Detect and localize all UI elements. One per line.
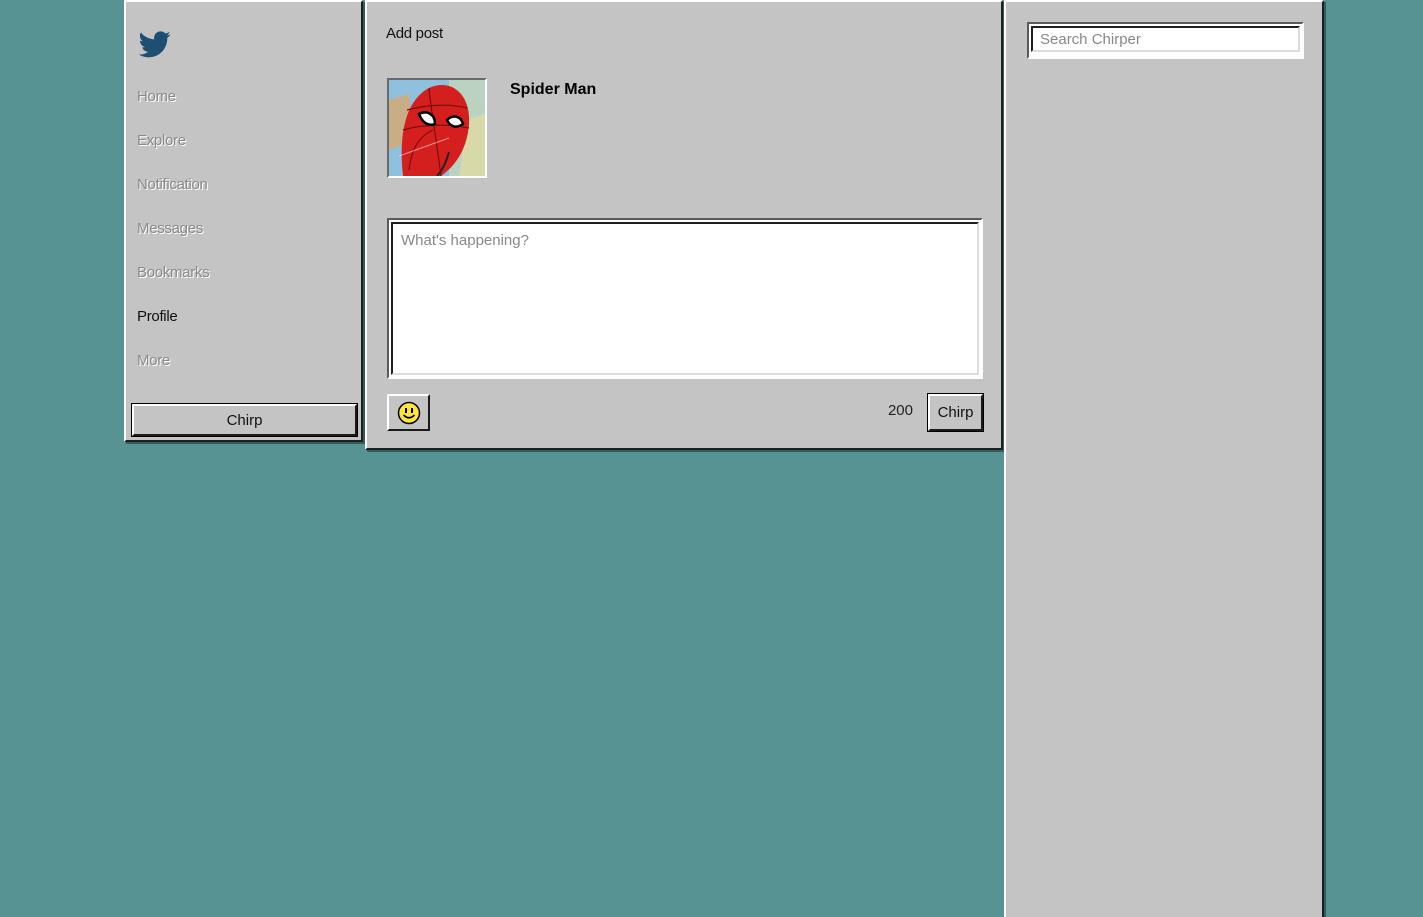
smiley-icon	[397, 401, 420, 424]
username[interactable]: Spider Man	[510, 81, 596, 99]
bird-icon[interactable]	[137, 28, 173, 60]
sidebar-item-more[interactable]: More	[137, 352, 170, 369]
sidebar-item-explore[interactable]: Explore	[137, 132, 186, 149]
post-chirp-button[interactable]: Chirp	[927, 393, 984, 432]
sidebar-item-home[interactable]: Home	[137, 88, 176, 105]
sidebar: Home Explore Notification Messages Bookm…	[124, 0, 363, 442]
post-textarea[interactable]	[391, 222, 979, 375]
sidebar-chirp-button[interactable]: Chirp	[131, 403, 358, 437]
char-counter: 200	[887, 402, 913, 419]
sidebar-item-bookmarks[interactable]: Bookmarks	[137, 264, 210, 281]
avatar[interactable]	[387, 78, 487, 178]
spider-man-avatar	[389, 80, 485, 176]
emoji-button[interactable]	[387, 394, 430, 431]
sidebar-item-notification[interactable]: Notification	[137, 176, 208, 193]
post-textarea-frame	[387, 218, 983, 379]
search-input[interactable]	[1031, 26, 1300, 52]
search-box	[1027, 22, 1304, 59]
right-panel	[1004, 0, 1324, 917]
sidebar-item-messages[interactable]: Messages	[137, 220, 203, 237]
composer-window: Add post Spider Man 200 Chir	[365, 0, 1003, 450]
sidebar-item-profile[interactable]: Profile	[137, 308, 178, 325]
page-title: Add post	[386, 25, 443, 42]
